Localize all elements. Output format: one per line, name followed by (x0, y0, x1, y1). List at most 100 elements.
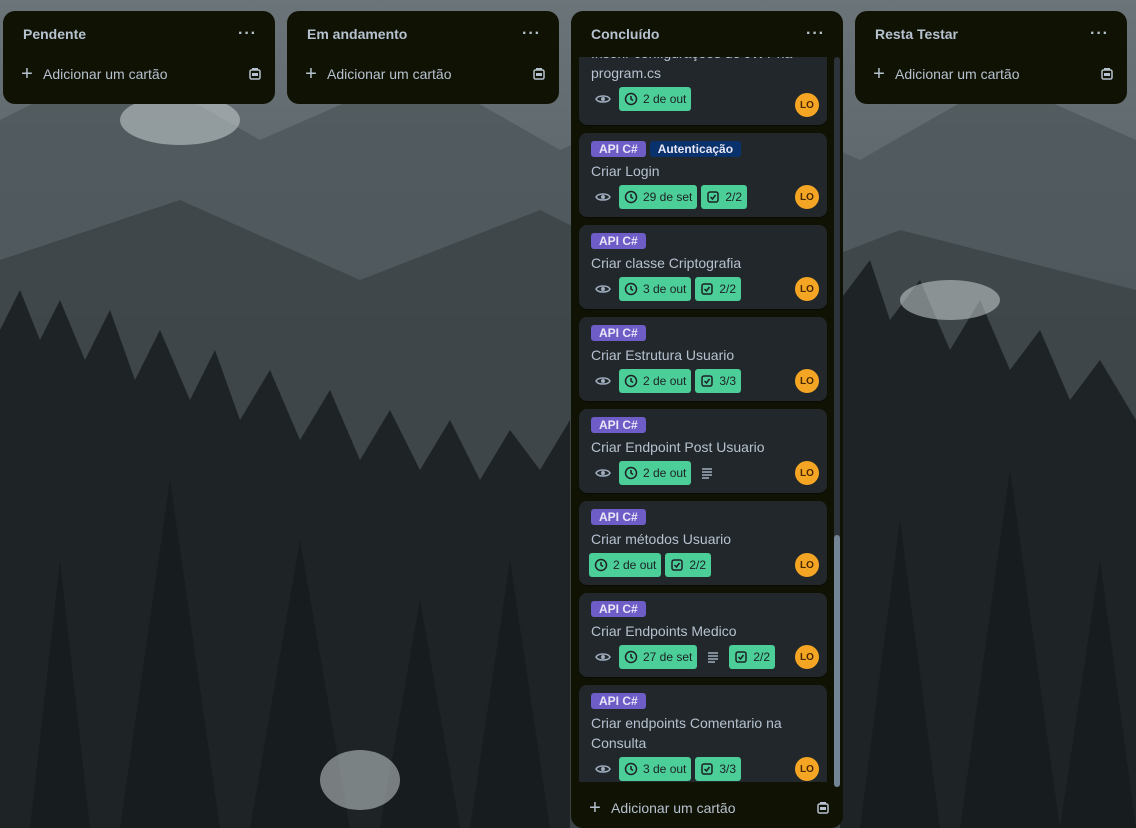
add-card-button[interactable]: + Adicionar um cartão (3, 57, 275, 91)
label-api-csharp[interactable]: API C# (591, 601, 646, 617)
checklist-badge: 2/2 (729, 645, 776, 669)
plus-icon: + (305, 63, 317, 85)
checklist-text: 3/3 (719, 762, 737, 776)
list-title[interactable]: Pendente (23, 26, 86, 42)
due-date-text: 3 de out (643, 282, 687, 296)
avatar[interactable]: LO (795, 369, 819, 393)
label-api-csharp[interactable]: API C# (591, 417, 646, 433)
checklist-badge: 2/2 (701, 185, 748, 209)
eye-icon (591, 461, 615, 485)
template-icon[interactable] (815, 800, 831, 816)
card-labels: API C# Autenticação (591, 141, 815, 157)
avatar[interactable]: LO (795, 553, 819, 577)
card[interactable]: API C# Criar classe Criptografia 3 de ou… (579, 225, 827, 309)
card-badges: 3 de out 2/2 (591, 277, 815, 301)
card[interactable]: API C# Criar Estrutura Usuario 2 de out … (579, 317, 827, 401)
clock-icon (624, 92, 638, 106)
card-badges: 27 de set 2/2 (591, 645, 815, 669)
list-title[interactable]: Em andamento (307, 26, 407, 42)
due-date-badge[interactable]: 2 de out (589, 553, 662, 577)
description-icon (695, 461, 719, 485)
list-menu-button[interactable]: ··· (516, 22, 547, 46)
card[interactable]: Inserir configurações do JWT na program.… (579, 57, 827, 125)
add-card-button[interactable]: + Adicionar um cartão (855, 57, 1127, 91)
add-card-label: Adicionar um cartão (327, 66, 452, 82)
avatar[interactable]: LO (795, 645, 819, 669)
checklist-text: 2/2 (719, 282, 737, 296)
eye-icon (591, 277, 615, 301)
list-menu-button[interactable]: ··· (232, 22, 263, 46)
due-date-badge[interactable]: 2 de out (619, 461, 692, 485)
due-date-text: 2 de out (643, 92, 687, 106)
card-title: Criar métodos Usuario (591, 531, 732, 547)
avatar[interactable]: LO (795, 757, 819, 781)
label-autenticacao[interactable]: Autenticação (649, 141, 742, 157)
clock-icon (624, 282, 638, 296)
checkbox-icon (701, 283, 714, 295)
checklist-badge: 2/2 (665, 553, 712, 577)
label-api-csharp[interactable]: API C# (591, 509, 646, 525)
checkbox-icon (707, 191, 720, 203)
template-icon[interactable] (247, 66, 263, 82)
due-date-badge[interactable]: 3 de out (619, 277, 692, 301)
card-badges: 2 de out 3/3 (591, 369, 815, 393)
card[interactable]: API C# Criar métodos Usuario 2 de out 2/… (579, 501, 827, 585)
card[interactable]: API C# Criar Endpoint Post Usuario 2 de … (579, 409, 827, 493)
due-date-badge[interactable]: 29 de set (619, 185, 698, 209)
card-labels: API C# (591, 601, 815, 617)
eye-icon (591, 87, 615, 111)
template-icon[interactable] (1099, 66, 1115, 82)
avatar[interactable]: LO (795, 277, 819, 301)
add-card-button[interactable]: + Adicionar um cartão (571, 790, 843, 826)
card-title: Criar Login (591, 163, 660, 179)
clock-icon (624, 650, 638, 664)
label-api-csharp[interactable]: API C# (591, 693, 646, 709)
list-scrollbar[interactable] (834, 57, 840, 787)
card-list: Inserir configurações do JWT na program.… (579, 57, 831, 782)
card[interactable]: API C# Criar endpoints Comentario na Con… (579, 685, 827, 782)
eye-icon (591, 185, 615, 209)
clock-icon (624, 374, 638, 388)
card[interactable]: API C# Autenticação Criar Login 29 de se… (579, 133, 827, 217)
eye-icon (591, 369, 615, 393)
label-api-csharp[interactable]: API C# (591, 325, 646, 341)
checklist-text: 2/2 (689, 558, 707, 572)
card-labels: API C# (591, 509, 815, 525)
list-header: Em andamento ··· (287, 11, 559, 57)
board: Pendente ··· + Adicionar um cartão Em an… (0, 0, 1136, 828)
clock-icon (594, 558, 608, 572)
label-api-csharp[interactable]: API C# (591, 233, 646, 249)
add-card-label: Adicionar um cartão (895, 66, 1020, 82)
description-icon (701, 645, 725, 669)
due-date-badge[interactable]: 3 de out (619, 757, 692, 781)
due-date-text: 2 de out (613, 558, 657, 572)
due-date-badge[interactable]: 2 de out (619, 369, 692, 393)
add-card-button[interactable]: + Adicionar um cartão (287, 57, 559, 91)
clock-icon (624, 190, 638, 204)
avatar[interactable]: LO (795, 461, 819, 485)
card-badges: 29 de set 2/2 (591, 185, 815, 209)
card[interactable]: API C# Criar Endpoints Medico 27 de set … (579, 593, 827, 677)
label-api-csharp[interactable]: API C# (591, 141, 646, 157)
list-menu-button[interactable]: ··· (1084, 22, 1115, 46)
checklist-text: 2/2 (753, 650, 771, 664)
scrollbar-thumb[interactable] (834, 535, 840, 787)
list-header: Concluído ··· (571, 11, 843, 57)
template-icon[interactable] (531, 66, 547, 82)
card-badges: 2 de out (591, 87, 815, 111)
list-pendente: Pendente ··· + Adicionar um cartão (3, 11, 275, 104)
plus-icon: + (589, 797, 601, 819)
due-date-text: 29 de set (643, 190, 693, 204)
list-menu-button[interactable]: ··· (800, 22, 831, 46)
list-title[interactable]: Concluído (591, 26, 659, 42)
due-date-badge[interactable]: 27 de set (619, 645, 698, 669)
avatar[interactable]: LO (795, 185, 819, 209)
due-date-badge[interactable]: 2 de out (619, 87, 692, 111)
list-concluido: Concluído ··· Inserir configurações do J… (571, 11, 843, 828)
card-title: Criar Estrutura Usuario (591, 347, 735, 363)
list-title[interactable]: Resta Testar (875, 26, 958, 42)
checklist-text: 3/3 (719, 374, 737, 388)
card-title: Criar classe Criptografia (591, 255, 742, 271)
checkbox-icon (735, 651, 748, 663)
avatar[interactable]: LO (795, 93, 819, 117)
